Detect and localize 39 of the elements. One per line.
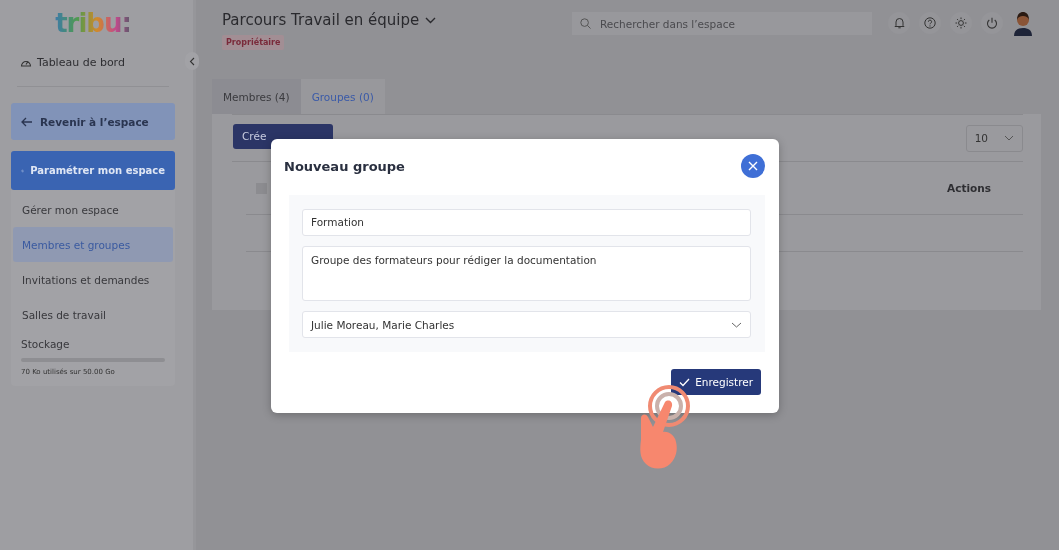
power-icon	[986, 17, 998, 29]
search-field[interactable]: Rechercher dans l’espace	[598, 16, 862, 31]
column-header: Actions	[947, 182, 991, 194]
chevron-down-icon	[1004, 135, 1014, 141]
dashboard-link[interactable]: Tableau de bord	[20, 56, 175, 69]
save-button[interactable]: Enregistrer	[671, 369, 761, 395]
sun-icon	[955, 17, 967, 29]
menu-item[interactable]: Salles de travail	[13, 297, 173, 332]
chevron-left-icon	[189, 56, 195, 66]
menu-item[interactable]: Invitations et demandes	[13, 262, 173, 297]
space-title[interactable]: Parcours Travail en équipe	[222, 11, 562, 29]
help-icon	[924, 17, 936, 29]
help-button[interactable]	[919, 12, 941, 34]
tab[interactable]: Membres (4)	[212, 79, 301, 114]
close-button[interactable]	[741, 154, 765, 178]
theme-button[interactable]	[950, 12, 972, 34]
storage-label: Stockage	[21, 338, 71, 350]
dialog-title: Nouveau groupe	[284, 158, 405, 174]
name-field[interactable]: Formation	[302, 209, 751, 236]
search-bar[interactable]: Rechercher dans l’espace	[572, 12, 872, 35]
chevron-down-icon	[731, 321, 742, 328]
chevron-down-icon	[425, 16, 437, 24]
menu-item[interactable]: Gérer mon espace	[13, 192, 173, 227]
members-select[interactable]: Julie Moreau, Marie Charles	[302, 311, 751, 338]
settings-button[interactable]: Paramétrer mon espace	[11, 151, 175, 190]
notifications-button[interactable]	[888, 12, 910, 34]
bell-icon	[893, 17, 905, 29]
avatar-icon[interactable]	[1013, 10, 1033, 36]
logout-button[interactable]	[981, 12, 1003, 34]
description-field[interactable]: Groupe des formateurs pour rédiger la documentation	[302, 245, 751, 302]
collapse-button[interactable]	[185, 52, 199, 70]
back-button[interactable]: Revenir à l’espace	[11, 103, 175, 140]
page-size-select[interactable]: 10	[965, 124, 1023, 152]
search-icon	[580, 18, 591, 29]
menu-item[interactable]: Membres et groupes	[13, 227, 173, 262]
check-icon	[679, 377, 691, 387]
role-badge: Propriétaire	[222, 35, 285, 50]
arrow-left-icon	[21, 116, 33, 127]
close-icon	[748, 161, 758, 171]
